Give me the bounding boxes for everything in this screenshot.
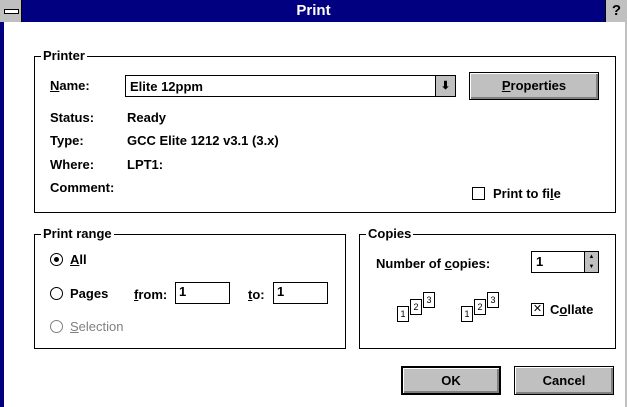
printer-name-value: Elite 12ppm bbox=[130, 79, 203, 94]
pages-radio-label: Pages bbox=[70, 286, 109, 301]
dialog-title: Print bbox=[296, 2, 331, 19]
comment-label: Comment: bbox=[50, 180, 115, 195]
status-label: Status: bbox=[50, 110, 95, 125]
pages-radio[interactable] bbox=[50, 287, 63, 300]
type-label: Type: bbox=[50, 133, 84, 148]
print-range-legend: Print range bbox=[41, 226, 114, 242]
copies-value: 1 bbox=[536, 254, 544, 269]
window-left-edge bbox=[0, 22, 4, 407]
system-menu-icon bbox=[4, 9, 19, 14]
copies-legend: Copies bbox=[366, 226, 414, 242]
title-bar: Print ? bbox=[0, 0, 627, 22]
selection-radio[interactable] bbox=[50, 320, 63, 333]
help-button[interactable]: ? bbox=[605, 0, 627, 22]
collate-label: Collate bbox=[550, 302, 594, 317]
page-1-icon: 1 bbox=[461, 306, 473, 322]
all-radio[interactable] bbox=[50, 253, 63, 266]
page-3-icon: 3 bbox=[423, 292, 435, 308]
print-dialog: Print ? Printer Name: Elite 12ppm ⬇ Prop… bbox=[0, 0, 627, 407]
status-value: Ready bbox=[127, 110, 167, 125]
printer-group-legend: Printer bbox=[41, 48, 87, 64]
selection-radio-label: Selection bbox=[70, 319, 124, 334]
cancel-button[interactable]: Cancel bbox=[514, 366, 614, 395]
type-value: GCC Elite 1212 v3.1 (3.x) bbox=[127, 133, 279, 148]
collate-checkbox[interactable]: ✕ bbox=[531, 303, 544, 316]
printer-name-label: Name: bbox=[50, 78, 90, 93]
to-label: to: bbox=[248, 287, 265, 302]
page-2-icon: 2 bbox=[410, 299, 422, 315]
copies-spinner[interactable]: 1 ▲ ▼ bbox=[531, 251, 599, 273]
from-label: from: bbox=[134, 287, 168, 302]
printer-name-combobox[interactable]: Elite 12ppm ⬇ bbox=[125, 75, 456, 97]
spin-arrows-icon[interactable]: ▲ ▼ bbox=[584, 252, 598, 272]
dropdown-arrow-icon[interactable]: ⬇ bbox=[435, 76, 455, 96]
page-1-icon: 1 bbox=[397, 306, 409, 322]
ok-button[interactable]: OK bbox=[401, 366, 501, 395]
page-3-icon: 3 bbox=[487, 292, 499, 308]
where-value: LPT1: bbox=[127, 157, 164, 172]
print-to-file-label: Print to file bbox=[493, 186, 561, 201]
properties-button[interactable]: Properties bbox=[469, 72, 599, 100]
all-radio-label: All bbox=[70, 252, 87, 267]
where-label: Where: bbox=[50, 157, 95, 172]
from-page-input[interactable]: 1 bbox=[175, 282, 230, 304]
number-of-copies-label: Number of copies: bbox=[376, 256, 491, 271]
to-page-input[interactable]: 1 bbox=[273, 282, 328, 304]
print-to-file-checkbox[interactable] bbox=[472, 187, 485, 200]
page-2-icon: 2 bbox=[474, 299, 486, 315]
system-menu-button[interactable] bbox=[0, 0, 22, 22]
